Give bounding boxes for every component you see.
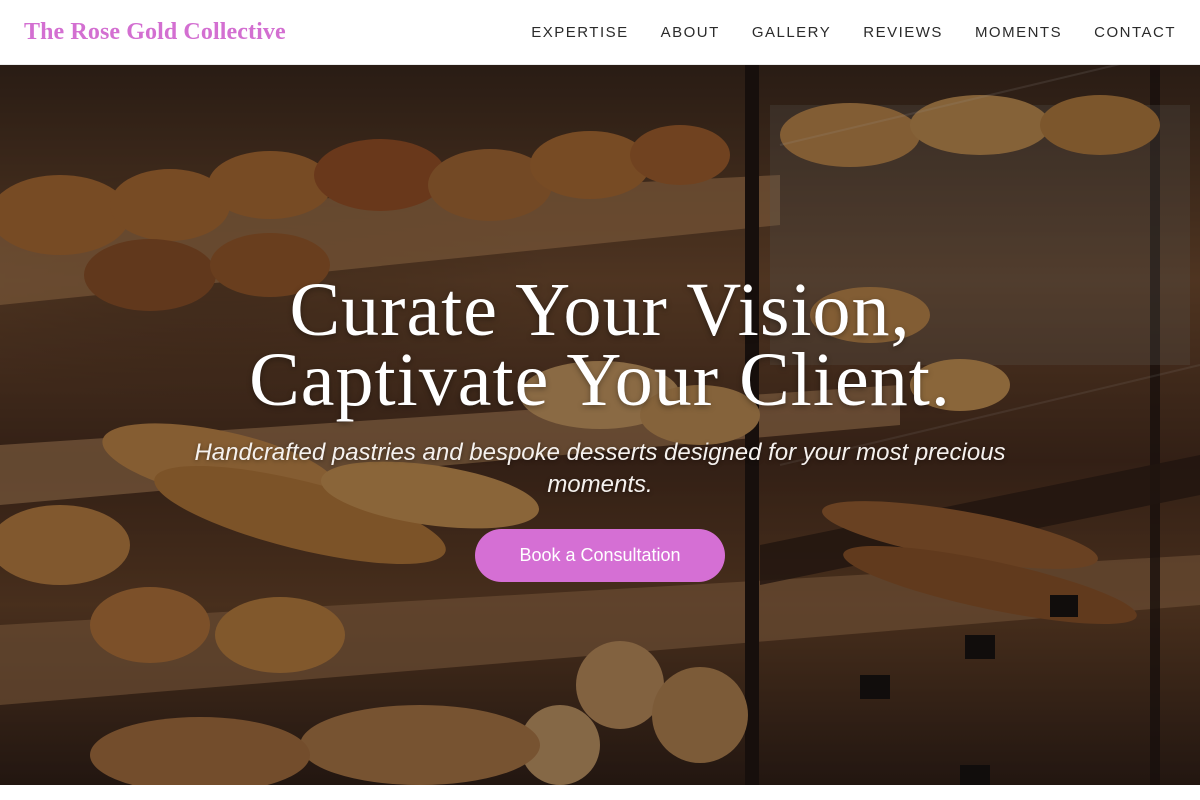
hero-title-line-1: Curate Your Vision, (289, 268, 911, 352)
nav-moments[interactable]: MOMENTS (975, 24, 1062, 41)
hero-section: Curate Your Vision, Captivate Your Clien… (0, 65, 1200, 785)
nav-gallery[interactable]: GALLERY (752, 24, 831, 41)
site-header: The Rose Gold Collective EXPERTISE ABOUT… (0, 0, 1200, 65)
nav-contact[interactable]: CONTACT (1094, 24, 1176, 41)
brand-logo[interactable]: The Rose Gold Collective (24, 19, 286, 46)
nav-about[interactable]: ABOUT (661, 24, 720, 41)
hero-subtitle: Handcrafted pastries and bespoke dessert… (194, 439, 1006, 498)
hero-title: Curate Your Vision, Captivate Your Clien… (0, 268, 1200, 422)
hero-content: Curate Your Vision, Captivate Your Clien… (0, 268, 1200, 582)
nav-reviews[interactable]: REVIEWS (863, 24, 943, 41)
main-nav: EXPERTISE ABOUT GALLERY REVIEWS MOMENTS … (531, 24, 1176, 41)
book-consultation-button[interactable]: Book a Consultation (475, 529, 725, 582)
nav-expertise[interactable]: EXPERTISE (531, 24, 628, 41)
hero-title-line-2: Captivate Your Client. (249, 338, 951, 422)
